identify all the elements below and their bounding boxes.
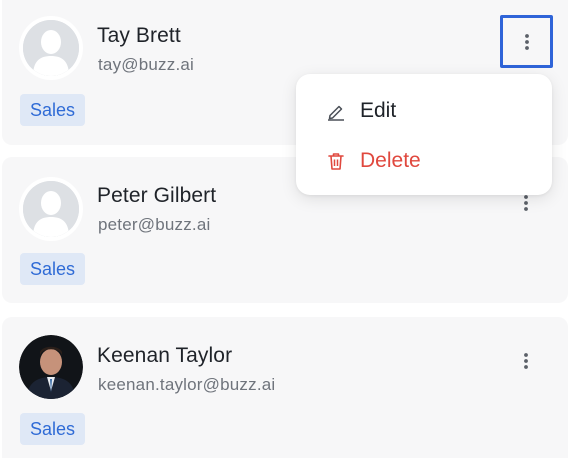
- placeholder-person-icon: [23, 20, 79, 76]
- avatar-photo: [19, 335, 83, 399]
- kebab-menu-icon: [524, 33, 529, 50]
- kebab-menu-icon: [524, 195, 528, 211]
- tag-badge: Sales: [20, 94, 86, 126]
- contact-name: Peter Gilbert: [97, 184, 217, 207]
- contact-email: keenan.taylor@buzz.ai: [98, 375, 276, 394]
- avatar: [19, 335, 83, 399]
- kebab-menu-icon: [524, 353, 528, 369]
- edit-label: Edit: [360, 99, 397, 122]
- tag-badge: Sales: [20, 253, 86, 285]
- avatar: [19, 16, 83, 80]
- contact-name: Tay Brett: [97, 24, 181, 47]
- contact-email: peter@buzz.ai: [98, 215, 211, 234]
- contact-name: Keenan Taylor: [97, 344, 233, 367]
- pencil-icon: [328, 105, 344, 121]
- edit-menu-item[interactable]: Edit: [296, 86, 552, 136]
- avatar: [19, 177, 83, 241]
- contact-list: Tay Brett tay@buzz.ai Sales Peter Gilber…: [0, 0, 568, 458]
- more-options-button[interactable]: [511, 346, 541, 376]
- tag-badge: Sales: [20, 413, 86, 445]
- context-menu: Edit Delete: [296, 74, 552, 195]
- placeholder-person-icon: [23, 181, 79, 237]
- delete-label: Delete: [360, 149, 421, 172]
- delete-menu-item[interactable]: Delete: [296, 136, 552, 186]
- more-options-button[interactable]: [500, 15, 553, 68]
- contact-email: tay@buzz.ai: [98, 55, 194, 74]
- contact-card: Keenan Taylor keenan.taylor@buzz.ai Sale…: [2, 317, 568, 458]
- trash-icon: [328, 153, 344, 170]
